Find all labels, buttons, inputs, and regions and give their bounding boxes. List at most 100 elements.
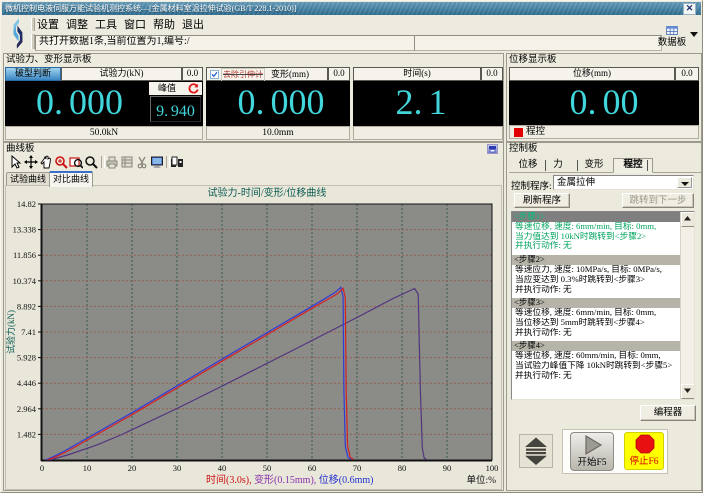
- status-text-box: 共打开数据1条,当前位置为1,编号:/: [35, 35, 420, 51]
- step-line: 并执行动作: 无: [512, 328, 681, 338]
- svg-text:1.482: 1.482: [17, 429, 36, 439]
- jump-next-step-button[interactable]: 跳转到下一步: [622, 193, 694, 208]
- svg-text:30: 30: [173, 463, 182, 473]
- pointer-icon[interactable]: [9, 155, 23, 169]
- force-header-value: 0.0: [182, 67, 203, 81]
- zoom-in-red-icon[interactable]: [54, 155, 68, 169]
- display-icon[interactable]: [150, 155, 164, 169]
- svg-text:10: 10: [83, 463, 92, 473]
- time-lcd: 2. 1: [353, 81, 503, 126]
- force-panel-caption: 试验力、变形显示板: [4, 54, 503, 66]
- displacement-panel-caption: 位移显示板: [507, 54, 701, 66]
- step-list[interactable]: <步骤1>等速位移, 速度: 6mm/min, 目标: 0mm,当力值达到 10…: [511, 211, 695, 400]
- jog-button[interactable]: [519, 434, 553, 468]
- svg-text:100: 100: [486, 463, 499, 473]
- svg-text:单位:%: 单位:%: [466, 474, 496, 486]
- program-mode-indicator: [514, 128, 523, 137]
- program-label: 控制程序:: [511, 178, 552, 192]
- peak-value-box: 9. 940: [150, 96, 201, 122]
- zoom-window-icon[interactable]: [69, 155, 83, 169]
- check-icon: [210, 70, 219, 79]
- zoom-icon[interactable]: [84, 155, 98, 169]
- svg-text:7.41: 7.41: [21, 327, 36, 337]
- control-panel: 控制板 位移力变形程控 控制程序: 金属拉伸 刷新程序 跳转到下一步 <步骤1>…: [506, 142, 702, 491]
- svg-text:10.374: 10.374: [13, 276, 37, 286]
- step-list-scrollbar[interactable]: [680, 212, 694, 399]
- force-header: 试验力(kN): [61, 67, 182, 81]
- hand-icon[interactable]: [39, 155, 53, 169]
- title-bar: 微机控制电液伺服万能试验机测控系统—[金属材料室温拉伸试验(GB/T 228.1…: [2, 2, 701, 15]
- deform-header: 变形(mm): [271, 68, 309, 80]
- step-header-4[interactable]: <步骤4>: [512, 341, 681, 351]
- curve-tabs: 试验曲线对比曲线: [5, 171, 502, 185]
- move-icon[interactable]: [24, 155, 38, 169]
- step-line: 等速位移, 速度: 6mm/min, 目标: 0mm,: [512, 308, 681, 318]
- menu-item-5[interactable]: 帮助: [153, 19, 175, 32]
- svg-text:试验力-时间/变形/位移曲线: 试验力-时间/变形/位移曲线: [208, 186, 327, 199]
- svg-text:试验力(kN): 试验力(kN): [6, 310, 16, 354]
- peak-reset-icon[interactable]: [188, 83, 199, 94]
- app-window: 微机控制电液伺服万能试验机测控系统—[金属材料室温拉伸试验(GB/T 228.1…: [0, 0, 703, 493]
- stop-octagon-icon: [635, 434, 655, 454]
- peak-row: 峰值: [149, 82, 202, 95]
- step-line: 并执行动作: 无: [512, 285, 681, 295]
- deform-header-box: 去除引伸计 变形(mm): [206, 67, 328, 81]
- menu-item-6[interactable]: 退出: [182, 19, 204, 32]
- step-header-3[interactable]: <步骤3>: [512, 298, 681, 308]
- control-tab-变形[interactable]: 变形: [581, 159, 607, 172]
- svg-text:2.964: 2.964: [17, 404, 37, 414]
- print-icon[interactable]: [105, 155, 119, 169]
- data-panel-dropdown-icon[interactable]: [690, 32, 698, 37]
- menu-item-1[interactable]: 设置: [37, 19, 59, 32]
- jog-arrows-icon: [520, 435, 552, 467]
- step-header-1[interactable]: <步骤1>: [512, 212, 681, 222]
- extensometer-checkbox[interactable]: [210, 70, 219, 79]
- svg-text:90: 90: [443, 463, 452, 473]
- curve-tab-2[interactable]: 对比曲线: [49, 171, 93, 187]
- scroll-down-button[interactable]: [681, 384, 695, 399]
- step-header-2[interactable]: <步骤2>: [512, 255, 681, 265]
- report-icon[interactable]: [120, 155, 134, 169]
- cut-icon[interactable]: [135, 155, 149, 169]
- svg-text:50: 50: [263, 463, 272, 473]
- svg-text:0: 0: [40, 463, 44, 473]
- stop-button[interactable]: 停止F6: [624, 432, 664, 470]
- start-button-label: 开始F5: [571, 454, 613, 468]
- menu-item-4[interactable]: 窗口: [124, 19, 146, 32]
- window-title: 微机控制电液伺服万能试验机测控系统—[金属材料室温拉伸试验(GB/T 228.1…: [5, 3, 296, 14]
- step-line: 等速位移, 速度: 6mm/min, 目标: 0mm,: [512, 222, 681, 232]
- control-tab-位移[interactable]: 位移: [515, 159, 541, 172]
- tab-separator: [545, 160, 546, 171]
- svg-text:80: 80: [398, 463, 407, 473]
- programmer-button[interactable]: 编程器: [640, 405, 696, 421]
- force-range: 50.0kN: [5, 126, 203, 140]
- program-select-arrow[interactable]: [677, 177, 692, 188]
- control-tabs: 位移力变形程控: [509, 157, 701, 173]
- remove-extensometer-label[interactable]: 去除引伸计: [221, 68, 265, 82]
- view-switch-icon[interactable]: [170, 155, 184, 169]
- program-select[interactable]: 金属拉伸: [553, 175, 694, 190]
- break-judge-button[interactable]: 破型判断: [5, 67, 61, 81]
- start-button[interactable]: 开始F5: [570, 432, 614, 471]
- step-line: 当应变达到 0.3%时跳转到<步骤3>: [512, 275, 681, 285]
- curve-tab-1[interactable]: 试验曲线: [6, 172, 50, 186]
- menu-grip: [31, 18, 35, 31]
- close-button[interactable]: ✕: [683, 3, 696, 15]
- refresh-program-button[interactable]: 刷新程序: [514, 193, 570, 208]
- svg-text:13.338: 13.338: [13, 225, 36, 235]
- force-time-chart: 试验力-时间/变形/位移曲线14.8213.33811.85610.3748.8…: [6, 186, 501, 489]
- menu-item-3[interactable]: 工具: [95, 19, 117, 32]
- peak-value: 9. 940: [151, 97, 200, 127]
- svg-text:5.928: 5.928: [17, 353, 36, 363]
- tab-separator: [647, 160, 648, 171]
- time-value: 2. 1: [353, 81, 489, 123]
- menu-item-2[interactable]: 调整: [66, 19, 88, 32]
- svg-text:60: 60: [308, 463, 317, 473]
- step-line: 等速应力, 速度: 10MPa/s, 目标: 0MPa/s,: [512, 265, 681, 275]
- disp-value: 0. 00: [509, 81, 699, 123]
- control-tab-力[interactable]: 力: [551, 159, 565, 172]
- svg-text:8.892: 8.892: [17, 301, 36, 311]
- scroll-up-button[interactable]: [681, 212, 695, 227]
- peak-label: 峰值: [158, 82, 176, 95]
- panel-flip-icon[interactable]: [487, 144, 498, 154]
